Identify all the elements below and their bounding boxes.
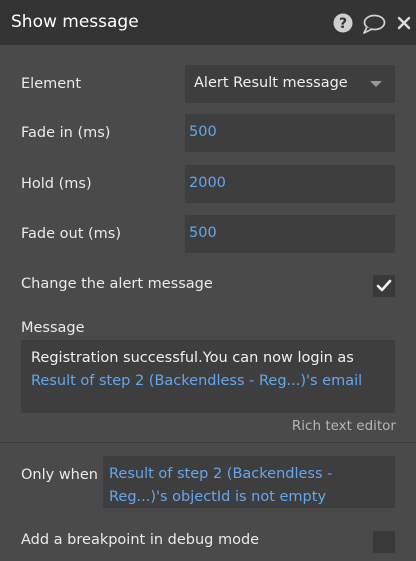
breakpoint-label: Add a breakpoint in debug mode (21, 532, 260, 548)
fade-in-input[interactable]: 500 (185, 114, 395, 152)
checkmark-icon (376, 279, 392, 292)
fade-in-label: Fade in (ms) (21, 125, 111, 141)
hold-label: Hold (ms) (21, 176, 92, 192)
svg-text:?: ? (339, 16, 347, 32)
only-when-label: Only when (21, 467, 98, 483)
close-icon[interactable] (397, 16, 411, 36)
change-alert-label: Change the alert message (21, 276, 213, 292)
element-dropdown-value: Alert Result message (194, 75, 348, 91)
breakpoint-checkbox[interactable] (373, 531, 395, 553)
fade-in-value: 500 (189, 124, 217, 140)
fade-out-value: 500 (189, 225, 217, 241)
comment-icon[interactable] (362, 14, 386, 34)
hold-value: 2000 (189, 175, 226, 191)
panel-header: Show message ? (0, 0, 416, 45)
fade-out-label: Fade out (ms) (21, 226, 121, 242)
chevron-down-icon (370, 81, 382, 87)
divider (0, 442, 416, 443)
fade-out-input[interactable]: 500 (185, 215, 395, 253)
element-label: Element (21, 76, 82, 92)
only-when-expression: Result of step 2 (Backendless - Reg...)'… (109, 466, 333, 505)
message-static-text: Registration successful.You can now logi… (31, 350, 354, 366)
hold-input[interactable]: 2000 (185, 165, 395, 203)
change-alert-checkbox[interactable] (373, 275, 395, 297)
element-dropdown[interactable]: Alert Result message (185, 65, 395, 103)
only-when-condition[interactable]: Result of step 2 (Backendless - Reg...)'… (103, 456, 395, 508)
message-dynamic-expression[interactable]: Result of step 2 (Backendless - Reg...)'… (31, 373, 362, 389)
panel-title: Show message (11, 12, 139, 32)
message-editor[interactable]: Registration successful.You can now logi… (21, 340, 395, 413)
help-icon[interactable]: ? (333, 13, 353, 33)
rich-text-editor-link[interactable]: Rich text editor (292, 418, 396, 434)
message-label: Message (21, 320, 85, 336)
